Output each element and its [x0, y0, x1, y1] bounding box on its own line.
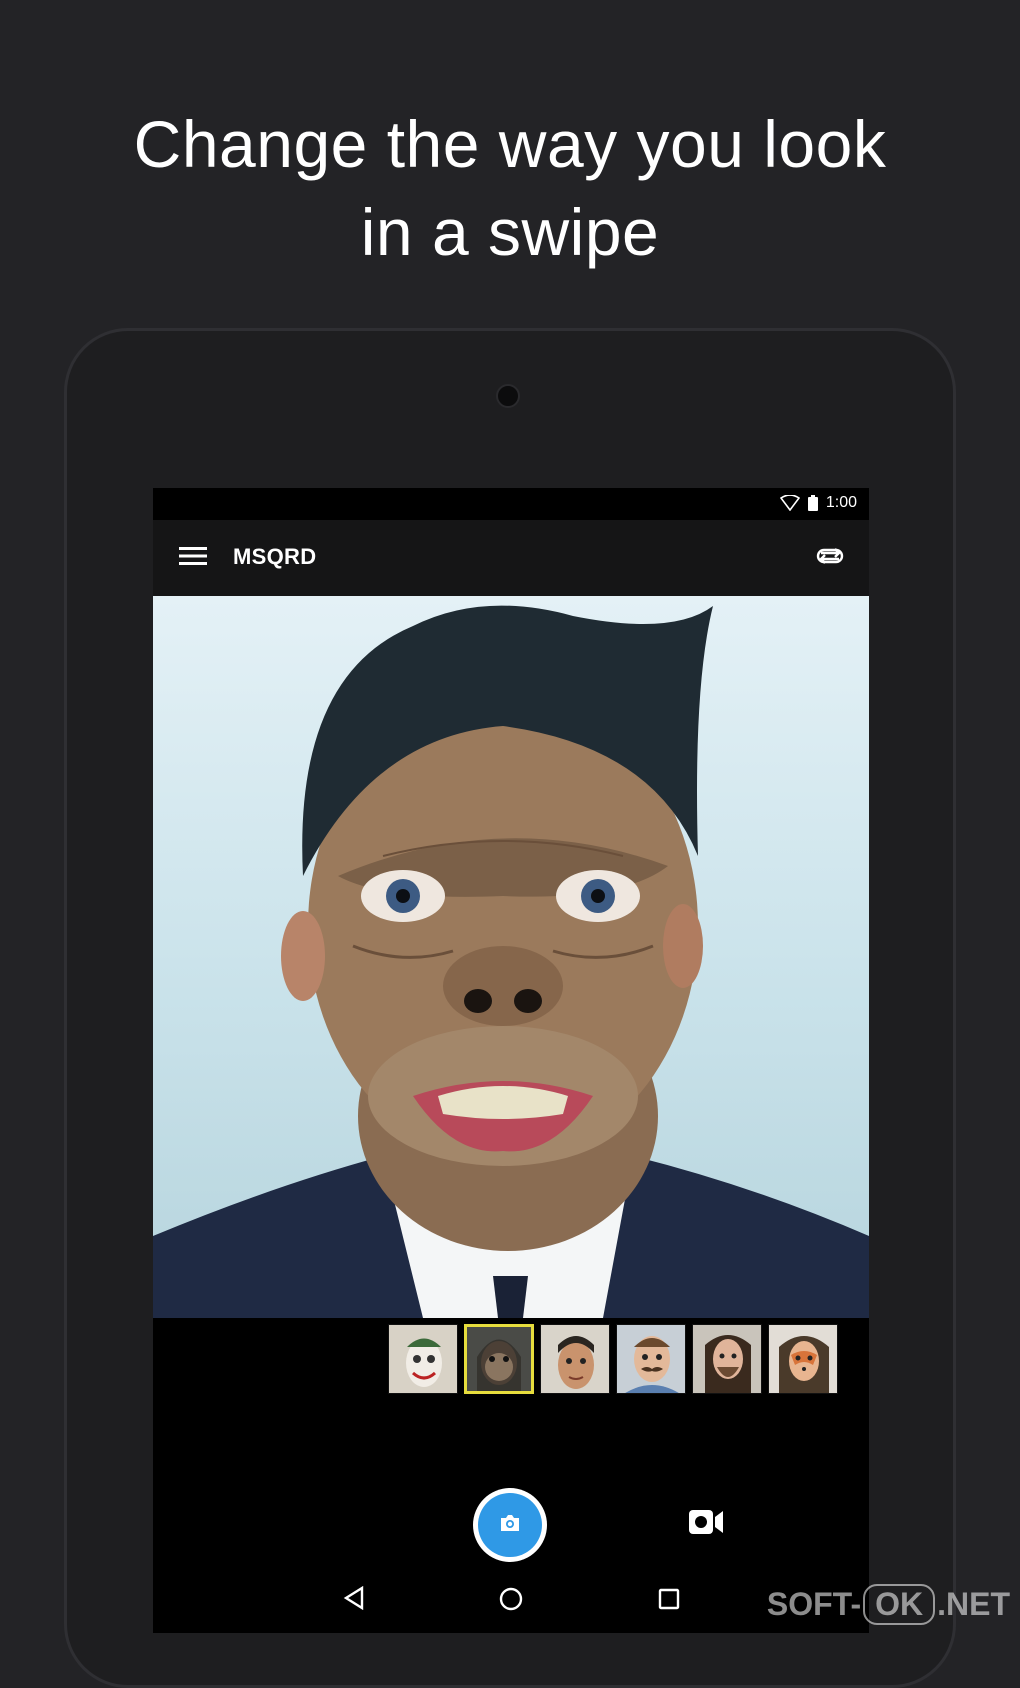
- headline-line-1: Change the way you look: [133, 107, 887, 181]
- app-title: MSQRD: [233, 544, 317, 569]
- preview-illustration: [153, 605, 869, 1318]
- filter-strip: [153, 1318, 869, 1398]
- wifi-icon: [779, 495, 800, 511]
- filter-thumbnail-beard[interactable]: [692, 1324, 762, 1394]
- camera-preview[interactable]: [153, 596, 869, 1318]
- app-bar: MSQRD: [153, 520, 869, 596]
- watermark-right: .NET: [937, 1586, 1010, 1622]
- recent-apps-icon[interactable]: [658, 1588, 680, 1615]
- watermark-box: OK: [863, 1584, 936, 1625]
- shutter-button[interactable]: [473, 1488, 547, 1562]
- filter-thumbnail-joker[interactable]: [388, 1324, 458, 1394]
- filter-thumbnail-monkey[interactable]: [464, 1324, 534, 1394]
- camera-icon: [499, 1514, 521, 1537]
- watermark: SOFT- OK .NET: [767, 1584, 1010, 1625]
- navigation-bar: [153, 1568, 869, 1633]
- headline: Change the way you look in a swipe: [0, 100, 1020, 276]
- battery-icon: [807, 495, 818, 511]
- headline-line-2: in a swipe: [360, 195, 660, 269]
- watermark-left: SOFT-: [766, 1586, 862, 1622]
- status-icons: 1:00: [779, 494, 857, 512]
- status-time: 1:00: [825, 494, 857, 511]
- video-camera-icon[interactable]: [688, 1508, 724, 1541]
- tablet-screen: 1:00 MSQRD: [153, 488, 869, 1633]
- filter-thumbnail-fox[interactable]: [768, 1324, 838, 1394]
- home-icon[interactable]: [498, 1586, 524, 1617]
- shutter-inner: [478, 1493, 542, 1557]
- hamburger-menu-icon[interactable]: [179, 544, 207, 573]
- back-icon[interactable]: [343, 1585, 365, 1615]
- filter-thumbnail-face-swap[interactable]: [540, 1324, 610, 1394]
- switch-camera-icon[interactable]: [815, 544, 845, 573]
- filter-thumbnail-mustache[interactable]: [616, 1324, 686, 1394]
- front-camera-dot: [496, 384, 520, 408]
- status-bar: 1:00: [153, 488, 869, 520]
